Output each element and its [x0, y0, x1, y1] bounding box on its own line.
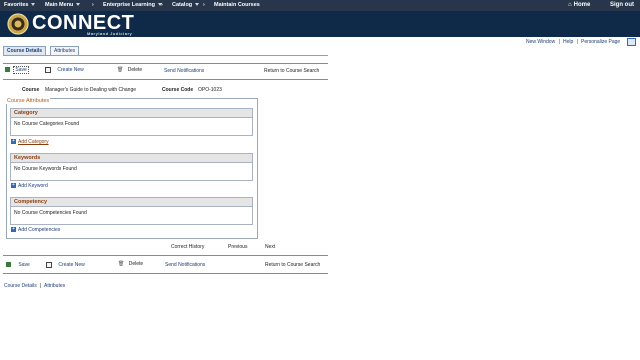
previous-button[interactable]: Previous: [228, 244, 247, 250]
delete-label: Delete: [127, 67, 143, 73]
sign-out-link[interactable]: Sign out: [610, 2, 634, 8]
main-menu[interactable]: Main Menu: [45, 2, 81, 8]
add-category-link[interactable]: + Add Category: [11, 139, 49, 145]
main-menu-label: Main Menu: [45, 2, 74, 8]
save-icon: [6, 262, 11, 268]
return-to-course-search-link-bottom[interactable]: Return to Course Search: [265, 262, 320, 268]
add-competencies-link[interactable]: + Add Competencies: [11, 227, 60, 233]
keywords-empty-text: No Course Keywords Found: [14, 166, 77, 172]
next-button[interactable]: Next: [265, 244, 275, 250]
footer-link-course-details[interactable]: Course Details: [4, 283, 37, 289]
breadcrumb-separator: ›: [203, 2, 205, 8]
delete-button-bottom[interactable]: 🗑 Delete: [118, 261, 143, 267]
competency-empty-text: No Course Competencies Found: [14, 210, 87, 216]
create-new-icon: [45, 67, 51, 73]
util-separator: |: [559, 39, 561, 45]
save-button-bottom[interactable]: Save: [6, 262, 30, 268]
course-code-value: OPO-1023: [198, 87, 222, 93]
breadcrumb-maintain-courses[interactable]: Maintain Courses: [214, 2, 260, 8]
create-new-button[interactable]: Create New: [45, 67, 84, 73]
create-new-label: Create New: [57, 67, 84, 74]
chevron-down-icon: [195, 3, 200, 7]
create-new-button-bottom[interactable]: Create New: [46, 262, 85, 268]
toolbar-top-border: [3, 63, 328, 64]
catalog-label: Catalog: [172, 2, 193, 8]
trash-icon: 🗑: [118, 261, 125, 267]
add-keyword-label: Add Keyword: [18, 183, 48, 189]
footer-separator: |: [40, 283, 42, 289]
chevron-down-icon: [31, 3, 36, 7]
competency-header: Competency: [11, 198, 252, 207]
breadcrumb-catalog[interactable]: Catalog: [172, 2, 200, 8]
home-link[interactable]: ⌂ Home: [568, 2, 590, 8]
brand-subtitle: Maryland Judiciary: [87, 31, 133, 36]
create-new-label: Create New: [58, 262, 85, 269]
add-keyword-link[interactable]: + Add Keyword: [11, 183, 48, 189]
course-attributes-title: Course Attributes: [6, 98, 51, 104]
favorites-label: Favorites: [4, 2, 29, 8]
delete-button[interactable]: 🗑 Delete: [117, 67, 142, 73]
keywords-section: Keywords No Course Keywords Found: [10, 153, 253, 181]
course-name: Manager's Guide to Dealing with Change: [45, 87, 137, 93]
personalize-page-link[interactable]: Personalize Page: [581, 39, 620, 45]
tab-divider: [3, 55, 328, 56]
course-code-label: Course Code: [162, 87, 194, 93]
page-settings-icon[interactable]: [627, 38, 636, 46]
plus-icon: +: [11, 226, 16, 233]
create-new-icon: [46, 262, 52, 268]
return-to-course-search-link[interactable]: Return to Course Search: [264, 68, 319, 74]
competency-section: Competency No Course Competencies Found: [10, 197, 253, 225]
chevron-down-icon: [76, 3, 81, 7]
bottom-toolbar-top-border: [3, 255, 328, 256]
send-notifications-link-bottom[interactable]: Send Notifications: [165, 262, 205, 268]
add-category-label: Add Category: [18, 139, 49, 145]
save-label: Save: [13, 66, 29, 74]
category-section: Category No Course Categories Found: [10, 108, 253, 136]
bottom-toolbar-bottom-border: [3, 273, 328, 274]
tab-course-details[interactable]: Course Details: [3, 46, 47, 55]
home-icon: ⌂: [568, 2, 572, 8]
maintain-courses-label: Maintain Courses: [214, 2, 260, 8]
top-nav-bar: Favorites Main Menu › Enterprise Learnin…: [0, 0, 640, 11]
keywords-header: Keywords: [11, 154, 252, 163]
add-competencies-label: Add Competencies: [18, 227, 61, 233]
help-link[interactable]: Help: [563, 39, 573, 45]
toolbar-bottom-border: [3, 79, 328, 80]
send-notifications-link[interactable]: Send Notifications: [164, 68, 204, 74]
favorites-menu[interactable]: Favorites: [4, 2, 36, 8]
plus-icon: +: [11, 182, 16, 189]
maryland-seal-icon: [7, 13, 29, 35]
home-label: Home: [573, 2, 591, 8]
category-empty-text: No Course Categories Found: [14, 121, 80, 127]
footer-link-attributes[interactable]: Attributes: [44, 283, 65, 289]
save-button[interactable]: Save: [5, 66, 29, 74]
category-header: Category: [11, 109, 252, 118]
breadcrumb-enterprise-learning[interactable]: Enterprise Learning: [103, 2, 162, 8]
delete-label: Delete: [128, 261, 144, 267]
trash-icon: 🗑: [117, 67, 124, 73]
breadcrumb-separator: ›: [161, 2, 163, 8]
breadcrumb-separator: ›: [92, 2, 94, 8]
correct-history-button[interactable]: Correct History: [171, 244, 204, 250]
util-separator: |: [577, 39, 579, 45]
plus-icon: +: [11, 138, 16, 145]
new-window-link[interactable]: New Window: [526, 39, 555, 45]
tab-attributes[interactable]: Attributes: [50, 46, 80, 55]
save-label: Save: [18, 262, 30, 268]
enterprise-learning-label: Enterprise Learning: [103, 2, 155, 8]
course-label: Course: [22, 87, 40, 93]
save-icon: [5, 67, 10, 73]
